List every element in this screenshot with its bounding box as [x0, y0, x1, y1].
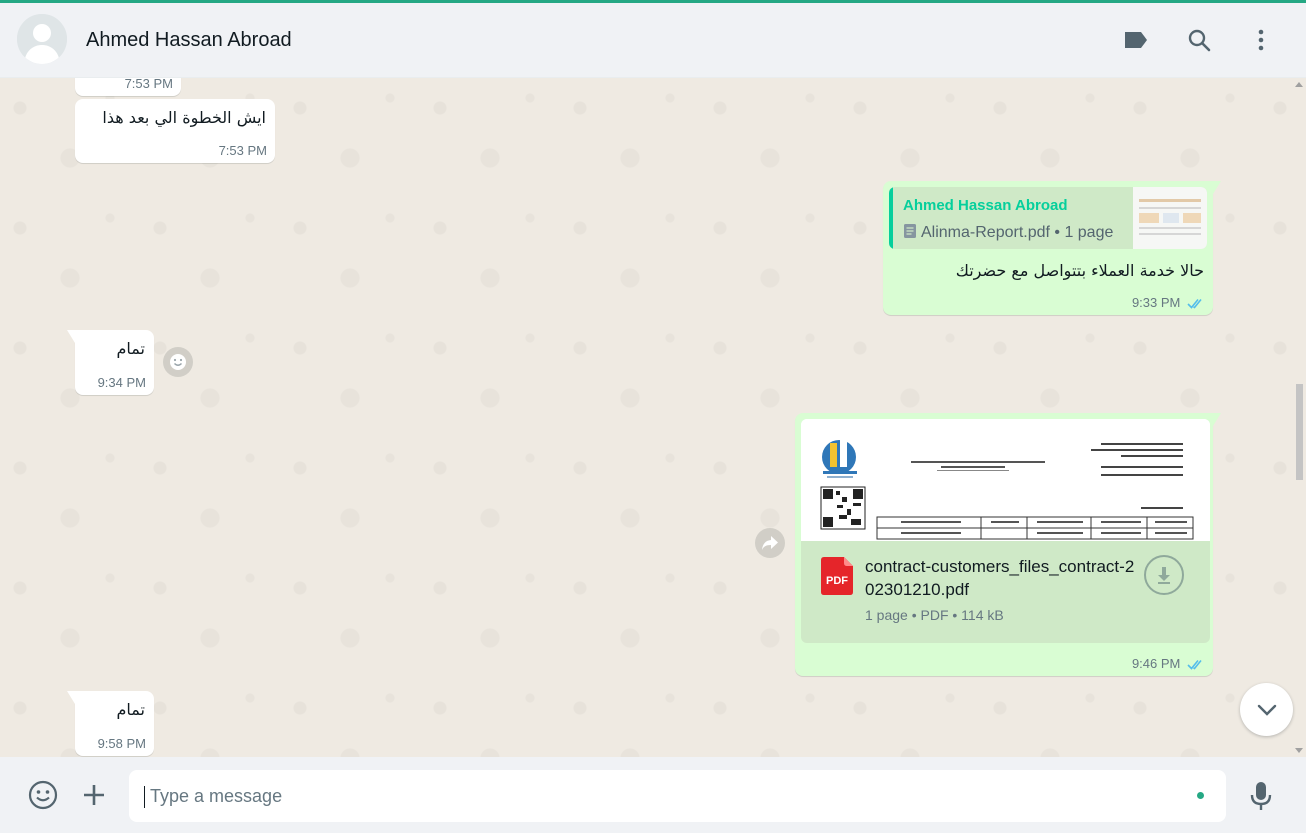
quote-document-label: Alinma-Report.pdf • 1 page: [921, 224, 1114, 241]
label-icon[interactable]: [1121, 25, 1151, 55]
download-button[interactable]: [1144, 555, 1184, 595]
chevron-down-icon: [1257, 704, 1276, 716]
file-name: contract-customers_files_contract-202301…: [865, 557, 1135, 599]
message-text: تمام: [116, 700, 145, 719]
message-time: 9:58 PM: [97, 736, 146, 751]
message-text: تمام: [116, 339, 145, 358]
message-time: 7:53 PM: [218, 143, 267, 158]
document-icon: [904, 224, 916, 238]
message-incoming[interactable]: تمام 9:58 PM: [67, 691, 154, 756]
chat-scrollbar[interactable]: [1292, 78, 1306, 757]
read-ticks-icon: [1187, 299, 1202, 309]
document-thumbnail: [1133, 187, 1207, 249]
smiley-icon: [170, 354, 186, 370]
read-ticks-icon: [1187, 660, 1202, 670]
contact-name[interactable]: Ahmed Hassan Abroad: [86, 29, 292, 52]
emoji-icon: [28, 780, 58, 810]
scroll-down-arrow[interactable]: [1295, 748, 1303, 753]
chat-header: Ahmed Hassan Abroad: [0, 3, 1306, 78]
message-status: 9:33 PM: [1132, 295, 1205, 310]
chat-area[interactable]: 7:53 PM ايش الخطوة الي بعد هذا 7:53 PM A…: [0, 78, 1306, 757]
message-outgoing[interactable]: Ahmed Hassan Abroad Alinma-Report.pdf • …: [883, 181, 1221, 315]
message-incoming[interactable]: ايش الخطوة الي بعد هذا 7:53 PM: [75, 99, 275, 163]
microphone-icon: [1250, 782, 1272, 810]
message-time: 7:53 PM: [124, 78, 173, 91]
message-time: 9:46 PM: [1131, 656, 1181, 671]
message-time: 9:33 PM: [1131, 295, 1181, 310]
plus-icon: [84, 785, 104, 805]
scroll-thumb[interactable]: [1296, 384, 1303, 480]
pdf-label: PDF: [826, 575, 848, 587]
file-meta: 1 page • PDF • 114 kB: [865, 607, 1004, 623]
quote-author: Ahmed Hassan Abroad: [903, 197, 1068, 214]
pdf-file-icon: PDF: [821, 557, 853, 595]
attach-button[interactable]: [79, 780, 109, 810]
download-icon: [1158, 567, 1170, 584]
emoji-button[interactable]: [27, 779, 59, 811]
message-outgoing-document[interactable]: PDF contract-customers_files_contract-20…: [795, 413, 1221, 676]
text-caret: [144, 786, 145, 808]
voice-message-button[interactable]: [1246, 779, 1276, 813]
scroll-to-bottom-button[interactable]: [1240, 683, 1293, 736]
message-incoming[interactable]: تمام 9:34 PM: [67, 330, 154, 395]
message-incoming[interactable]: 7:53 PM: [75, 78, 181, 96]
message-text: ايش الخطوة الي بعد هذا: [102, 108, 266, 127]
message-input-placeholder: Type a message: [150, 786, 283, 806]
message-time: 9:34 PM: [97, 375, 146, 390]
forward-icon: [762, 536, 778, 550]
message-input[interactable]: Type a message: [129, 770, 1226, 822]
contact-avatar[interactable]: [17, 14, 67, 64]
forward-button[interactable]: [755, 528, 785, 558]
scroll-up-arrow[interactable]: [1295, 82, 1303, 87]
status-dot: [1197, 792, 1204, 799]
message-text: حالا خدمة العملاء بتتواصل مع حضرتك: [955, 261, 1204, 280]
react-emoji-button[interactable]: [163, 347, 193, 377]
document-preview[interactable]: [801, 419, 1210, 541]
composer-bar: Type a message: [0, 757, 1306, 833]
quote-document: Alinma-Report.pdf • 1 page: [903, 223, 1113, 242]
quote-accent-bar: [889, 187, 893, 249]
quoted-message[interactable]: Ahmed Hassan Abroad Alinma-Report.pdf • …: [889, 187, 1207, 249]
default-avatar-icon: [17, 14, 67, 64]
document-info[interactable]: PDF contract-customers_files_contract-20…: [801, 541, 1210, 643]
document-preview-image: [801, 419, 1210, 541]
search-icon[interactable]: [1184, 25, 1214, 55]
menu-icon[interactable]: [1246, 25, 1276, 55]
message-status: 9:46 PM: [1132, 656, 1205, 671]
